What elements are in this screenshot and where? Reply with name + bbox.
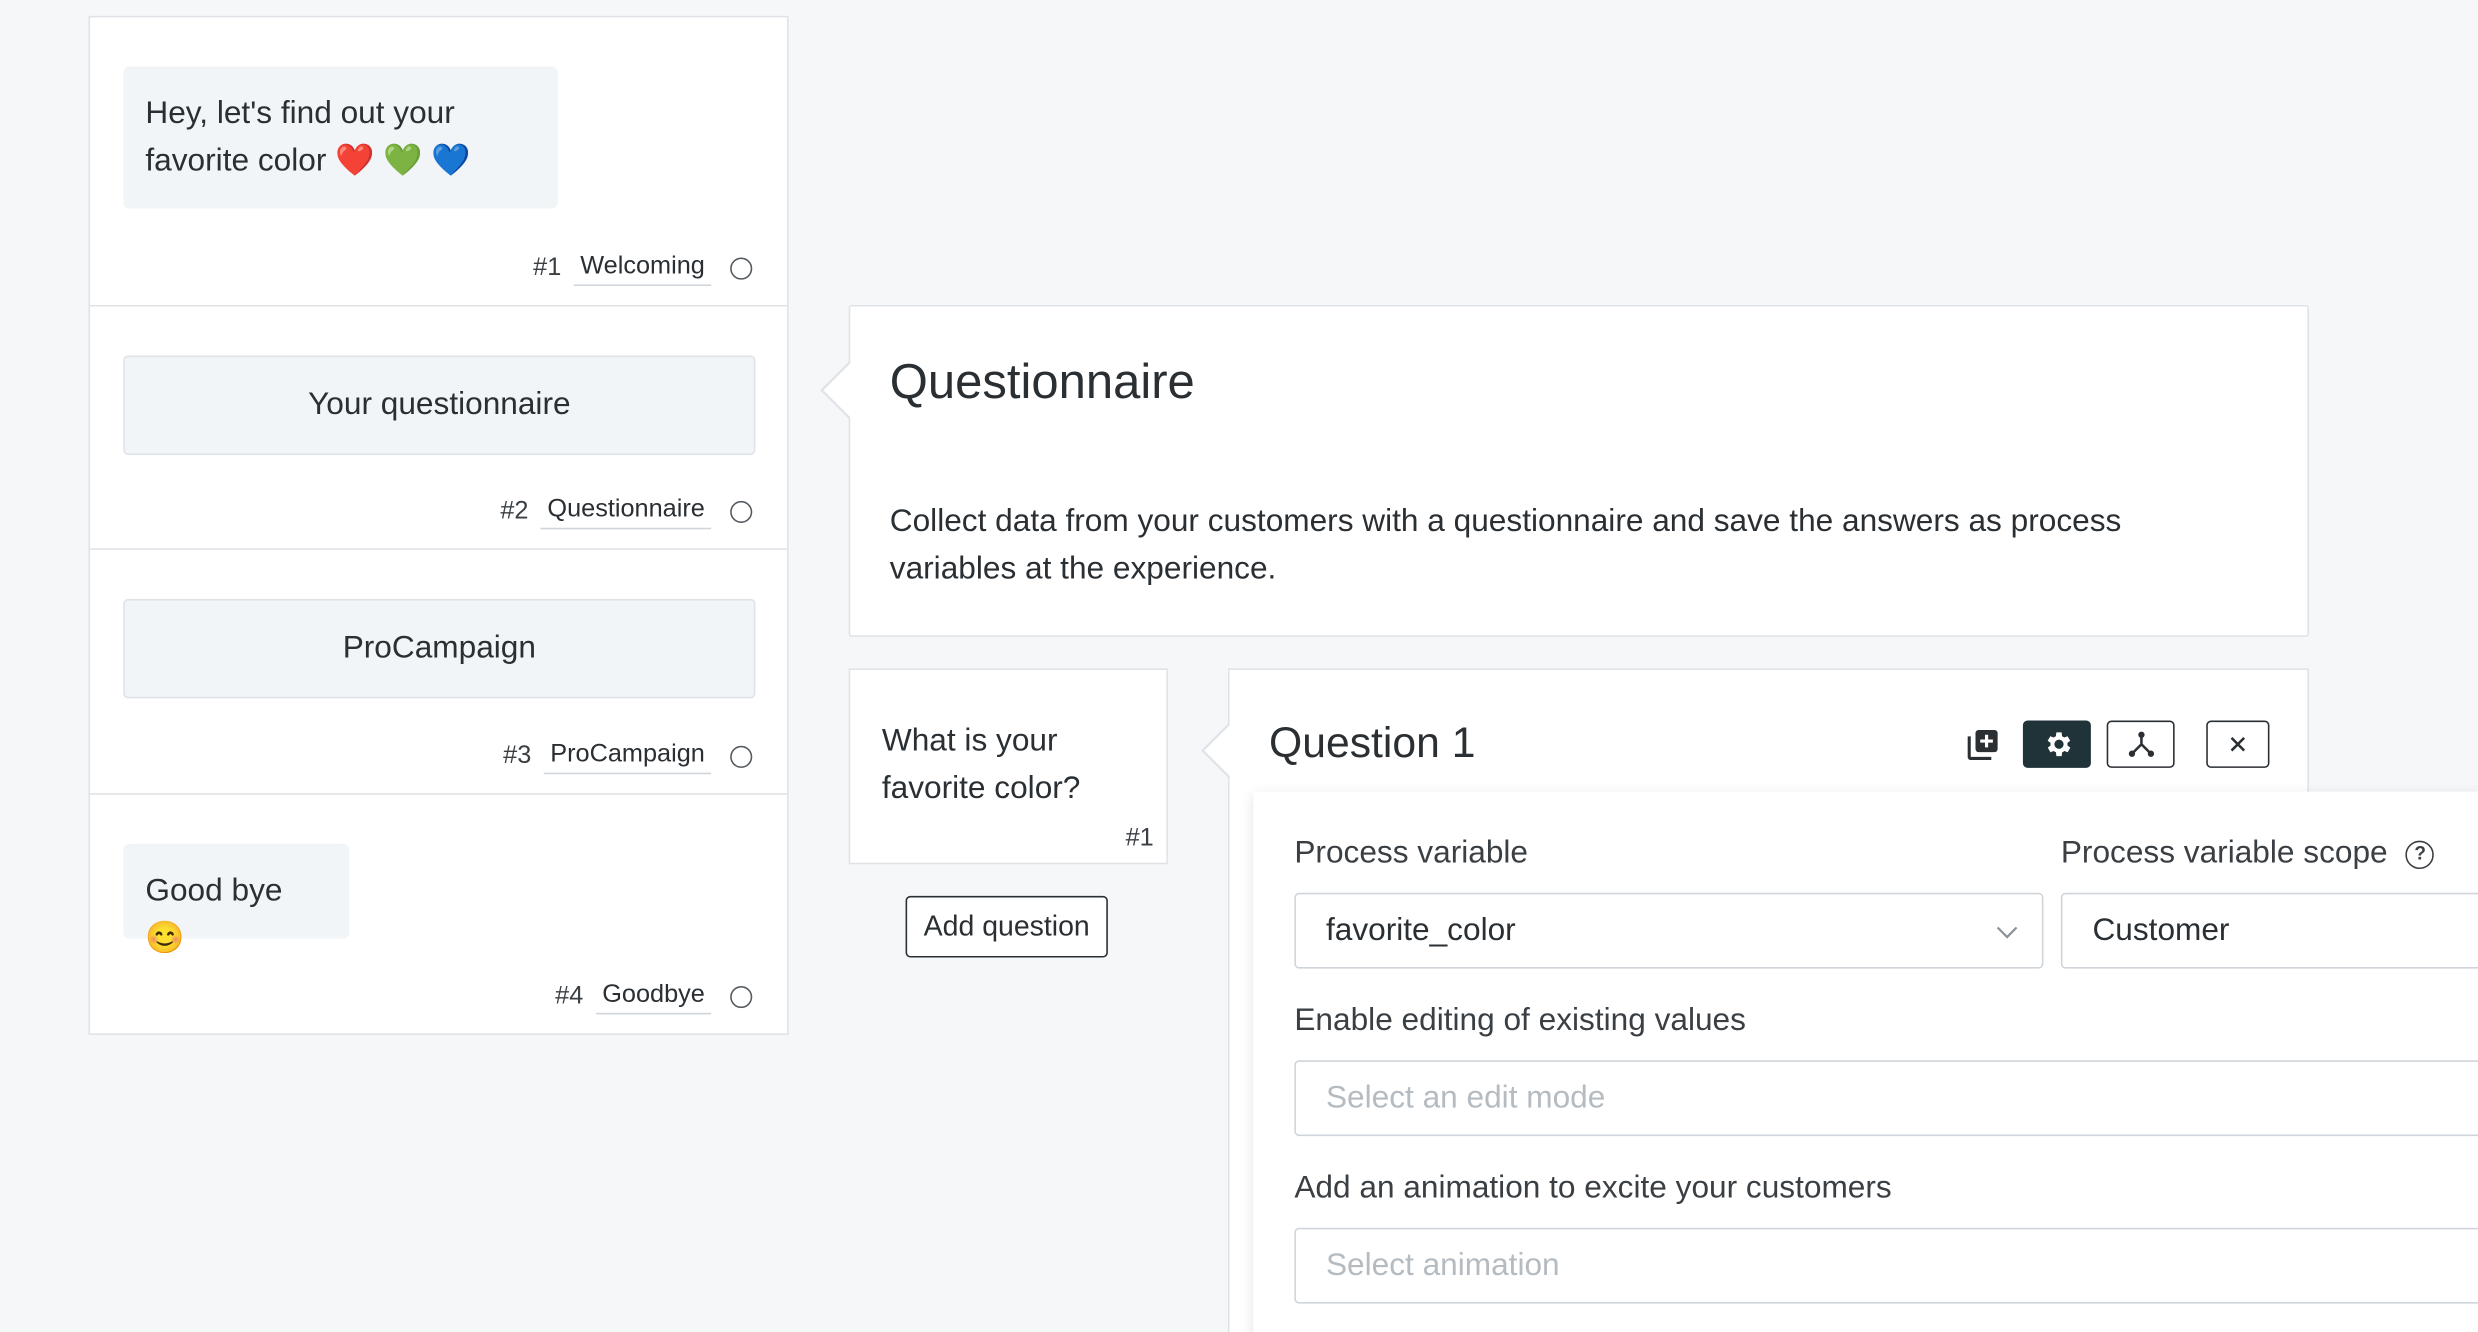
- connector-handle[interactable]: [730, 745, 753, 768]
- connector-handle[interactable]: [730, 256, 753, 279]
- help-icon[interactable]: ?: [2405, 840, 2435, 869]
- scope-select[interactable]: Customer: [2060, 892, 2478, 969]
- questionnaire-info-card: Questionnaire Collect data from your cus…: [820, 304, 2309, 637]
- scope-value: Customer: [2092, 912, 2230, 948]
- chevron-down-icon: [1994, 918, 2019, 954]
- step-number: #4: [555, 982, 584, 1009]
- animation-select[interactable]: Select animation: [1294, 1227, 2478, 1304]
- step-procampaign[interactable]: ProCampaign #3 ProCampaign: [90, 550, 788, 795]
- step-number: #1: [533, 253, 562, 281]
- question-number: #1: [1125, 824, 1154, 852]
- close-icon[interactable]: [2206, 720, 2270, 768]
- step-meta: #2 Questionnaire: [500, 493, 753, 530]
- procampaign-block[interactable]: ProCampaign: [123, 598, 756, 699]
- gear-icon[interactable]: [2022, 720, 2091, 768]
- edit-mode-placeholder: Select an edit mode: [1325, 1079, 1606, 1115]
- scope-label: Process variable scope ?: [2061, 836, 2435, 872]
- step-questionnaire[interactable]: Your questionnaire #2 Questionnaire: [90, 307, 788, 550]
- question-tile[interactable]: What is your favorite color? #1: [848, 668, 1168, 865]
- steps-list: Hey, let's find out your favorite color …: [88, 15, 789, 1035]
- step-welcoming[interactable]: Hey, let's find out your favorite color …: [90, 17, 788, 307]
- step-name[interactable]: Welcoming: [573, 250, 712, 286]
- scope-label-text: Process variable scope: [2060, 835, 2388, 871]
- branch-icon[interactable]: [2106, 720, 2175, 768]
- step-name[interactable]: Goodbye: [595, 978, 712, 1015]
- step-name[interactable]: Questionnaire: [541, 493, 712, 530]
- step-number: #2: [500, 496, 529, 524]
- step-goodbye[interactable]: Good bye 😊 #4 Goodbye: [90, 795, 787, 1034]
- process-variable-label: Process variable: [1294, 835, 1528, 871]
- questionnaire-title: Questionnaire: [889, 353, 1195, 410]
- connector-handle[interactable]: [730, 500, 753, 523]
- questionnaire-block[interactable]: Your questionnaire: [123, 355, 756, 456]
- question-title: Question 1: [1269, 718, 1476, 767]
- step-name[interactable]: ProCampaign: [543, 738, 712, 775]
- step-number: #3: [503, 741, 532, 769]
- app-canvas: Hey, let's find out your favorite color …: [0, 0, 2478, 1332]
- edit-mode-select[interactable]: Select an edit mode: [1294, 1060, 2478, 1137]
- question-toolbar: [1966, 720, 2270, 768]
- add-question-button[interactable]: Add question: [905, 895, 1108, 958]
- process-variable-value: favorite_color: [1325, 912, 1516, 948]
- animation-label: Add an animation to excite your customer…: [1294, 1170, 1892, 1206]
- questionnaire-description: Collect data from your customers with a …: [889, 504, 2122, 587]
- question-text: What is your favorite color?: [881, 723, 1081, 806]
- animation-placeholder: Select animation: [1325, 1247, 1560, 1283]
- question-settings-panel: Process variable favorite_color Process …: [1253, 791, 2478, 1332]
- edit-mode-label: Enable editing of existing values: [1294, 1003, 1746, 1039]
- step-meta: #3 ProCampaign: [503, 738, 753, 775]
- process-variable-select[interactable]: favorite_color: [1294, 892, 2044, 969]
- message-bubble: Good bye 😊: [123, 843, 350, 956]
- add-icon[interactable]: [1966, 721, 2001, 768]
- message-bubble: Hey, let's find out your favorite color …: [123, 66, 558, 209]
- connector-handle[interactable]: [730, 985, 753, 1008]
- step-meta: #4 Goodbye: [555, 978, 753, 1015]
- step-meta: #1 Welcoming: [533, 250, 753, 286]
